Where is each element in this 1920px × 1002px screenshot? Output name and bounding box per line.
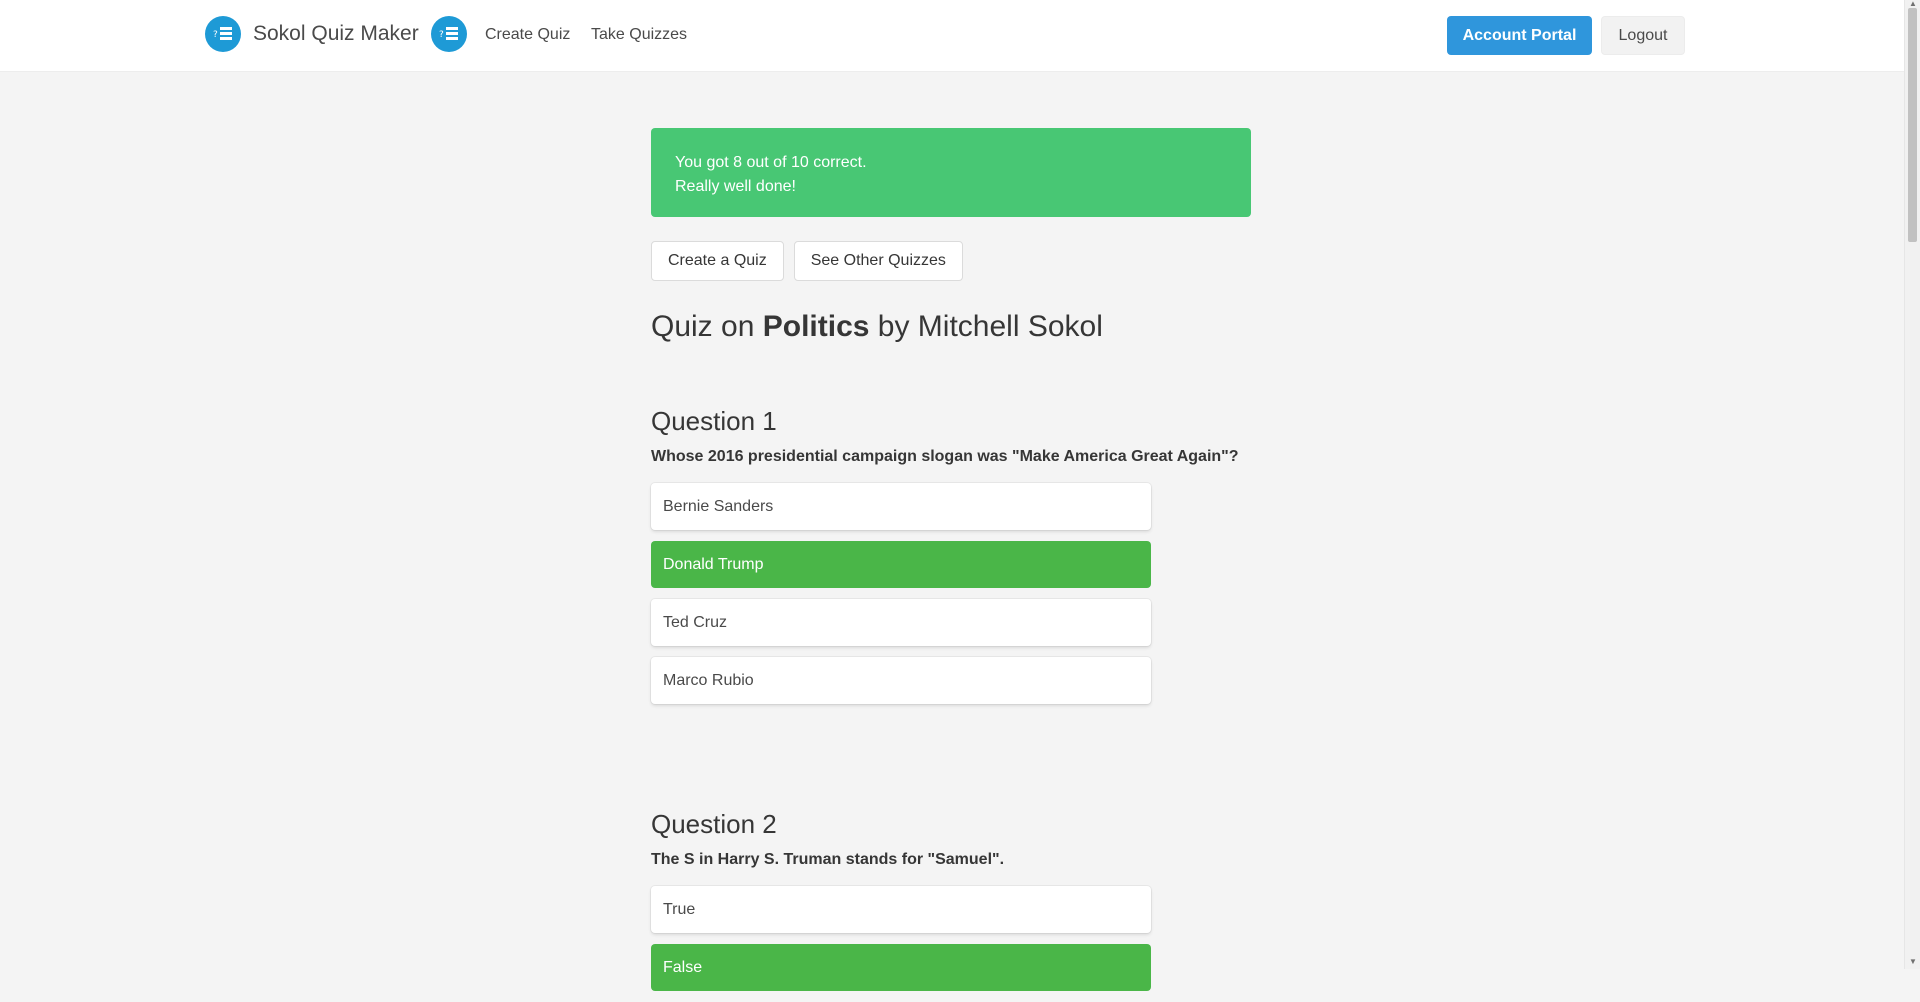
svg-text:?: ? [439,30,444,40]
question-text: The S in Harry S. Truman stands for "Sam… [651,851,1005,868]
score-message: Really well done! [675,178,796,195]
scroll-up-arrow-icon[interactable]: ▲ [1909,0,1917,8]
create-quiz-button[interactable]: Create a Quiz [651,241,784,281]
quiz-title-prefix: Quiz on [651,310,763,343]
main-content: You got 8 out of 10 correct. Really well… [651,128,1251,1002]
top-navbar: ? Sokol Quiz Maker ? Create Quiz Take Qu… [0,0,1904,72]
answer-option[interactable]: True [651,886,1151,933]
account-portal-button[interactable]: Account Portal [1447,16,1592,55]
brand[interactable]: ? Sokol Quiz Maker ? [205,14,467,54]
question-text: Whose 2016 presidential campaign slogan … [651,448,1239,465]
page-scrollbar[interactable]: ▲ ▼ [1904,0,1920,969]
nav-create-quiz-link[interactable]: Create Quiz [485,26,570,44]
brand-title: Sokol Quiz Maker [253,22,419,45]
logout-button[interactable]: Logout [1601,16,1685,55]
score-text: You got 8 out of 10 correct. [675,154,867,171]
answer-option[interactable]: Ted Cruz [651,599,1151,646]
scroll-down-arrow-icon[interactable]: ▼ [1909,958,1917,966]
quiz-title: Quiz on Politics by Mitchell Sokol [651,309,1251,345]
answer-option-correct[interactable]: False [651,944,1151,991]
svg-text:?: ? [213,30,218,40]
score-notification: You got 8 out of 10 correct. Really well… [651,128,1251,217]
question-heading: Question 1 [651,406,777,436]
answer-option[interactable]: Marco Rubio [651,657,1151,704]
answer-list: Bernie Sanders Donald Trump Ted Cruz Mar… [651,483,1151,704]
question-block: Question 1 Whose 2016 presidential campa… [651,405,1251,704]
quiz-logo-icon: ? [205,16,241,52]
answer-list: True False [651,886,1151,991]
answer-option-correct[interactable]: Donald Trump [651,541,1151,588]
see-other-quizzes-button[interactable]: See Other Quizzes [793,241,963,281]
quiz-author: by Mitchell Sokol [869,310,1103,343]
quiz-logo-icon: ? [430,16,467,52]
question-heading: Question 2 [651,809,777,839]
nav-take-quizzes-link[interactable]: Take Quizzes [591,26,687,44]
quiz-topic: Politics [762,310,870,343]
question-block: Question 2 The S in Harry S. Truman stan… [651,808,1251,991]
action-buttons: Create a Quiz See Other Quizzes [651,241,1251,281]
answer-option[interactable]: Bernie Sanders [651,483,1151,530]
scroll-thumb[interactable] [1908,8,1917,242]
